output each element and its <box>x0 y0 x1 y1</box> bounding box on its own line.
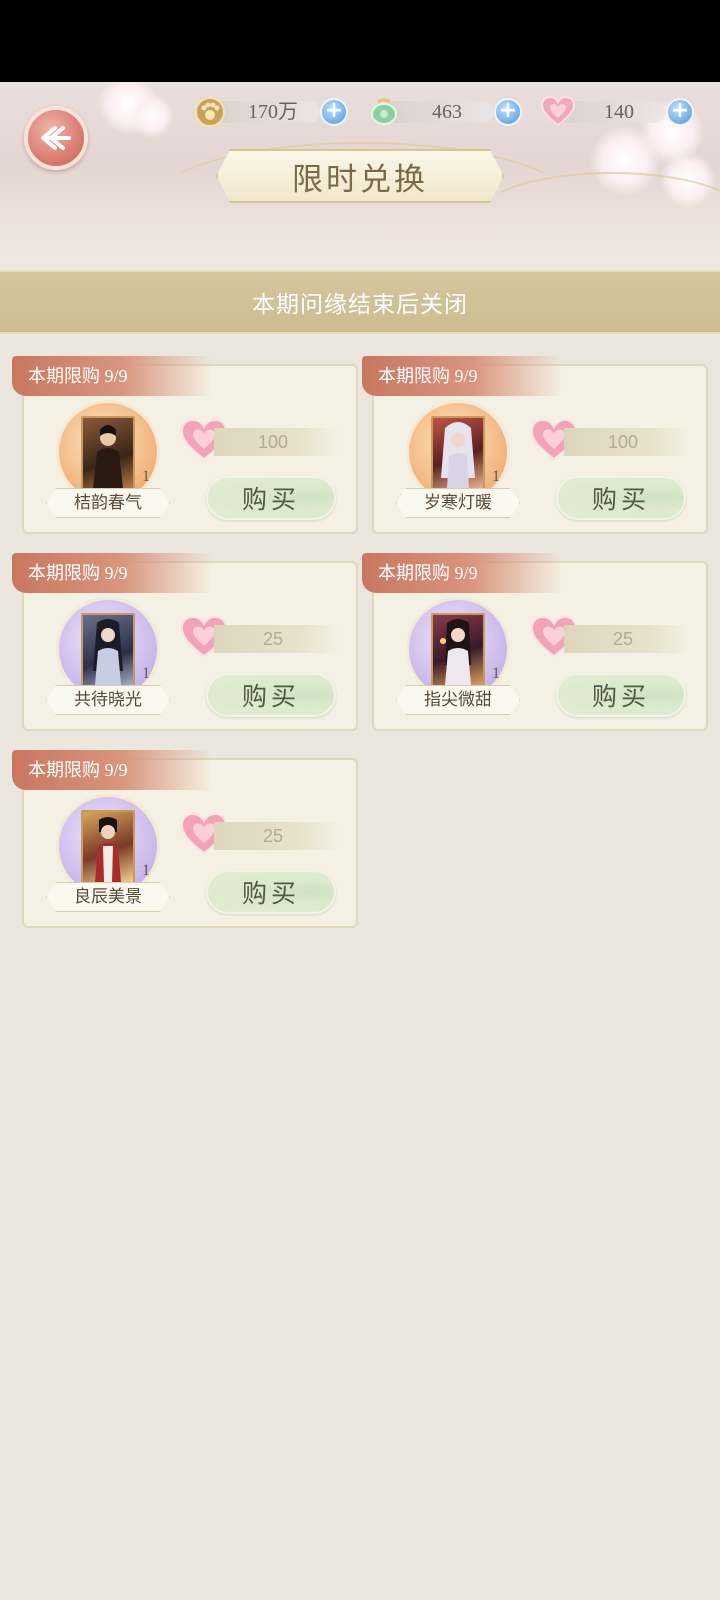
item-portrait[interactable] <box>81 810 135 884</box>
item-name: 指尖微甜 <box>396 685 520 715</box>
shop-item-card: 本期限购 9/9 1 指尖微甜 25 购买 <box>362 553 708 731</box>
notice-text: 本期问缘结束后关闭 <box>252 292 468 318</box>
item-price: 100 <box>257 432 289 452</box>
purchase-limit-text: 本期限购 9/9 <box>28 563 128 583</box>
buy-button[interactable]: 购买 <box>206 673 336 717</box>
back-button[interactable] <box>24 106 88 170</box>
currency-paw-coin: 170万 + <box>194 97 354 127</box>
purchase-limit-ribbon: 本期限购 9/9 <box>362 356 562 396</box>
jade-value: 463 <box>432 101 462 123</box>
purchase-limit-ribbon: 本期限购 9/9 <box>12 356 212 396</box>
buy-button[interactable]: 购买 <box>556 673 686 717</box>
buy-button[interactable]: 购买 <box>556 476 686 520</box>
buy-button[interactable]: 购买 <box>206 870 336 914</box>
purchase-limit-ribbon: 本期限购 9/9 <box>362 553 562 593</box>
page-title: 限时兑换 <box>292 161 428 197</box>
add-jade-button[interactable]: + <box>494 98 522 126</box>
shop-item-card: 本期限购 9/9 1 共待晓光 25 购买 <box>12 553 358 731</box>
purchase-limit-text: 本期限购 9/9 <box>378 366 478 386</box>
notice-banner: 本期问缘结束后关闭 <box>0 270 720 334</box>
item-quantity: 1 <box>142 468 150 485</box>
item-price: 100 <box>607 432 639 452</box>
shop-item-card: 本期限购 9/9 1 良辰美景 25 购买 <box>12 750 358 928</box>
status-bar <box>0 0 720 82</box>
add-heart-button[interactable]: + <box>666 98 694 126</box>
back-arrow-icon <box>41 126 71 150</box>
currency-heart: 140 + <box>540 96 700 127</box>
item-portrait[interactable] <box>81 416 135 490</box>
heart-value: 140 <box>604 101 634 123</box>
paw-coin-value: 170万 <box>248 101 298 123</box>
item-price: 25 <box>262 629 284 649</box>
item-name: 良辰美景 <box>46 882 170 912</box>
buy-button[interactable]: 购买 <box>206 476 336 520</box>
item-price: 25 <box>262 826 284 846</box>
item-name: 桔韵春气 <box>46 488 170 518</box>
heart-icon <box>540 96 576 127</box>
purchase-limit-ribbon: 本期限购 9/9 <box>12 750 212 790</box>
purchase-limit-text: 本期限购 9/9 <box>28 366 128 386</box>
item-quantity: 1 <box>142 665 150 682</box>
add-paw-coin-button[interactable]: + <box>320 98 348 126</box>
shop-item-card: 本期限购 9/9 1 桔韵春气 100 购买 <box>12 356 358 534</box>
jade-icon <box>371 98 397 125</box>
item-portrait[interactable] <box>81 613 135 687</box>
title-plaque: 限时兑换 <box>216 149 504 203</box>
item-quantity: 1 <box>142 862 150 879</box>
item-price: 25 <box>612 629 634 649</box>
item-name: 岁寒灯暖 <box>396 488 520 518</box>
item-name: 共待晓光 <box>46 685 170 715</box>
shop-item-card: 本期限购 9/9 1 岁寒灯暖 100 购买 <box>362 356 708 534</box>
purchase-limit-text: 本期限购 9/9 <box>378 563 478 583</box>
item-quantity: 1 <box>492 665 500 682</box>
item-portrait[interactable] <box>431 416 485 490</box>
purchase-limit-ribbon: 本期限购 9/9 <box>12 553 212 593</box>
paw-coin-icon <box>195 97 225 127</box>
item-quantity: 1 <box>492 468 500 485</box>
item-portrait[interactable] <box>431 613 485 687</box>
currency-jade: 463 + <box>368 98 528 126</box>
purchase-limit-text: 本期限购 9/9 <box>28 760 128 780</box>
